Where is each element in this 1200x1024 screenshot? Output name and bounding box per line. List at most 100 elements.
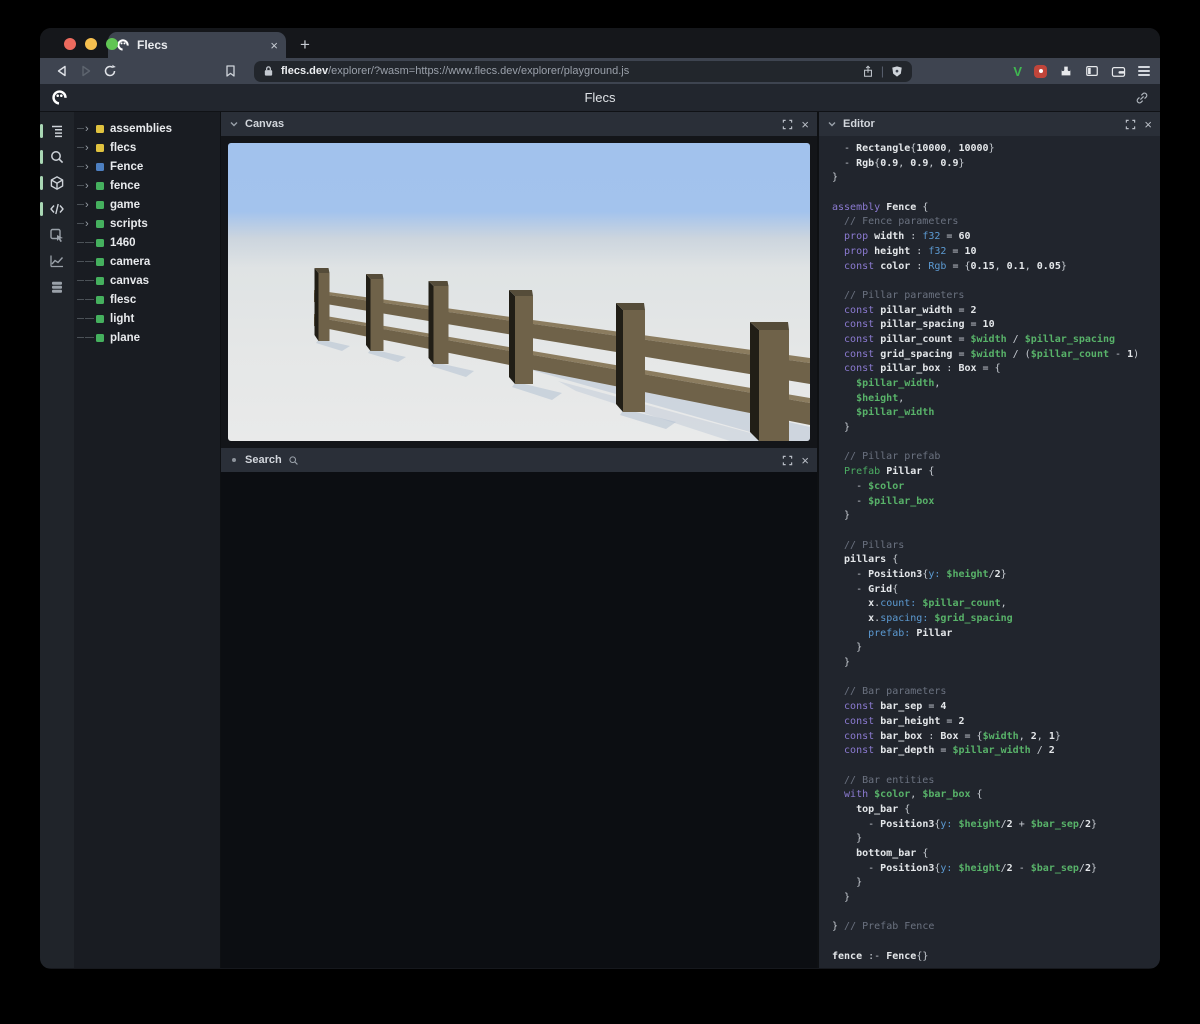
code-line[interactable]: - Position3{y: $height/2 + $bar_sep/2} [832, 818, 1154, 833]
query-search-icon[interactable] [40, 144, 74, 170]
zoom-window-button[interactable] [106, 38, 118, 50]
code-line[interactable]: const bar_box : Box = {$width, 2, 1} [832, 730, 1154, 745]
back-icon[interactable] [50, 61, 74, 81]
editor-code-icon[interactable] [40, 196, 74, 222]
code-line[interactable]: // Pillar prefab [832, 450, 1154, 465]
red-extension-icon[interactable] [1034, 64, 1047, 78]
menu-icon[interactable] [1138, 65, 1150, 77]
sidebar-toggle-icon[interactable] [1085, 64, 1099, 78]
new-tab-button[interactable]: + [300, 35, 310, 55]
close-panel-icon[interactable]: × [801, 117, 809, 132]
tree-item[interactable]: camera [74, 252, 220, 271]
code-line[interactable]: prefab: Pillar [832, 627, 1154, 642]
entities-tree-icon[interactable] [40, 118, 74, 144]
tree-item[interactable]: › assemblies [74, 119, 220, 138]
code-line[interactable]: } [832, 641, 1154, 656]
code-line[interactable]: - $color [832, 480, 1154, 495]
code-line[interactable]: pillars { [832, 553, 1154, 568]
code-line[interactable] [832, 436, 1154, 451]
canvas-cube-icon[interactable] [40, 170, 74, 196]
code-line[interactable]: } [832, 509, 1154, 524]
code-line[interactable] [832, 935, 1154, 950]
tree-item[interactable]: canvas [74, 271, 220, 290]
code-line[interactable]: const bar_sep = 4 [832, 700, 1154, 715]
code-line[interactable]: - Grid{ [832, 583, 1154, 598]
tab-close-icon[interactable]: × [270, 38, 278, 53]
code-line[interactable]: - $pillar_box [832, 495, 1154, 510]
tree-item[interactable]: plane [74, 328, 220, 347]
chevron-down-icon[interactable] [827, 119, 837, 129]
close-panel-icon[interactable]: × [801, 453, 809, 468]
code-line[interactable]: // Bar parameters [832, 685, 1154, 700]
tree-item[interactable]: › Fence [74, 157, 220, 176]
reload-icon[interactable] [98, 61, 122, 81]
tree-item[interactable]: light [74, 309, 220, 328]
minimize-window-button[interactable] [85, 38, 97, 50]
3d-viewport[interactable] [228, 143, 810, 441]
code-line[interactable]: const pillar_count = $width / $pillar_sp… [832, 333, 1154, 348]
browser-tab[interactable]: Flecs × [108, 32, 286, 58]
chevron-down-icon[interactable] [229, 119, 239, 129]
tree-item[interactable]: › flecs [74, 138, 220, 157]
share-link-icon[interactable] [1135, 91, 1149, 105]
code-line[interactable]: const bar_height = 2 [832, 715, 1154, 730]
code-line[interactable] [832, 274, 1154, 289]
code-line[interactable]: } // Prefab Fence [832, 920, 1154, 935]
code-line[interactable]: const bar_depth = $pillar_width / 2 [832, 744, 1154, 759]
code-line[interactable]: x.count: $pillar_count, [832, 597, 1154, 612]
expand-chevron-icon[interactable]: › [85, 161, 94, 172]
extensions-puzzle-icon[interactable] [1059, 64, 1073, 78]
code-line[interactable]: x.spacing: $grid_spacing [832, 612, 1154, 627]
fullscreen-icon[interactable] [779, 116, 795, 132]
code-line[interactable]: const pillar_box : Box = { [832, 362, 1154, 377]
code-line[interactable]: const color : Rgb = {0.15, 0.1, 0.05} [832, 260, 1154, 275]
code-line[interactable] [832, 759, 1154, 774]
code-line[interactable]: with $color, $bar_box { [832, 788, 1154, 803]
code-line[interactable]: } [832, 891, 1154, 906]
expand-chevron-icon[interactable]: › [85, 180, 94, 191]
inspector-icon[interactable] [40, 222, 74, 248]
stats-chart-icon[interactable] [40, 248, 74, 274]
tree-item[interactable]: › fence [74, 176, 220, 195]
code-line[interactable] [832, 671, 1154, 686]
tree-item[interactable]: › scripts [74, 214, 220, 233]
code-line[interactable]: } [832, 876, 1154, 891]
collapsed-dot-icon[interactable] [232, 458, 236, 462]
forward-icon[interactable] [74, 61, 98, 81]
wallet-icon[interactable] [1111, 65, 1126, 78]
fullscreen-icon[interactable] [779, 452, 795, 468]
code-line[interactable]: // Bar entities [832, 774, 1154, 789]
code-line[interactable]: } [832, 421, 1154, 436]
share-icon[interactable] [862, 64, 874, 78]
tree-item[interactable]: flesc [74, 290, 220, 309]
code-line[interactable]: - Position3{y: $height/2} [832, 568, 1154, 583]
requests-stack-icon[interactable] [40, 274, 74, 300]
code-line[interactable]: prop width : f32 = 60 [832, 230, 1154, 245]
code-line[interactable]: $pillar_width [832, 406, 1154, 421]
close-panel-icon[interactable]: × [1144, 117, 1152, 132]
code-line[interactable] [832, 524, 1154, 539]
search-panel-body[interactable] [221, 472, 817, 968]
code-editor[interactable]: - Rectangle{10000, 10000} - Rgb{0.9, 0.9… [819, 136, 1160, 968]
code-line[interactable]: const pillar_spacing = 10 [832, 318, 1154, 333]
code-line[interactable]: } [832, 656, 1154, 671]
expand-chevron-icon[interactable]: › [85, 123, 94, 134]
brave-shield-icon[interactable] [891, 65, 903, 78]
code-line[interactable]: top_bar { [832, 803, 1154, 818]
code-line[interactable]: prop height : f32 = 10 [832, 245, 1154, 260]
code-line[interactable]: assembly Fence { [832, 201, 1154, 216]
code-line[interactable]: $height, [832, 392, 1154, 407]
expand-chevron-icon[interactable]: › [85, 142, 94, 153]
code-line[interactable]: const pillar_width = 2 [832, 304, 1154, 319]
expand-chevron-icon[interactable]: › [85, 199, 94, 210]
code-line[interactable]: } [832, 171, 1154, 186]
code-line[interactable]: } [832, 832, 1154, 847]
close-window-button[interactable] [64, 38, 76, 50]
bookmark-icon[interactable] [218, 61, 242, 81]
code-line[interactable] [832, 186, 1154, 201]
code-line[interactable]: - Rgb{0.9, 0.9, 0.9} [832, 157, 1154, 172]
v-extension-icon[interactable]: V [1013, 64, 1022, 79]
tree-item[interactable]: › game [74, 195, 220, 214]
code-line[interactable]: - Position3{y: $height/2 - $bar_sep/2} [832, 862, 1154, 877]
expand-chevron-icon[interactable]: › [85, 218, 94, 229]
